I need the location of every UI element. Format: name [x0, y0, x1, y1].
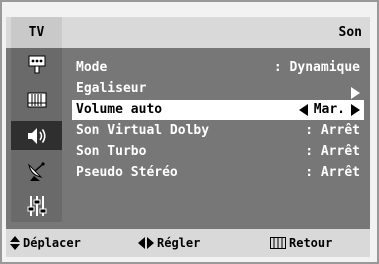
menu-item-value: : Dynamique — [273, 60, 360, 75]
menu-item-value: Mar. — [313, 102, 345, 117]
sidebar-item-channel[interactable] — [11, 85, 62, 114]
menu-item-label: Son Turbo — [76, 144, 147, 159]
up-down-arrows-icon — [10, 236, 20, 250]
help-back-label: Retour — [289, 236, 333, 250]
decrease-arrow-icon[interactable] — [298, 104, 308, 116]
sidebar-item-satellite[interactable] — [11, 156, 62, 185]
menu-item-volume-auto[interactable]: Volume auto Mar. — [72, 100, 364, 120]
menu-item-son-virtual-dolby[interactable]: Son Virtual Dolby : Arrêt — [72, 121, 364, 141]
channel-list-icon — [26, 89, 48, 111]
sound-menu-list: Mode : Dynamique Egaliseur Volume auto M… — [62, 48, 370, 222]
help-bar: Déplacer Régler Retour — [6, 229, 370, 257]
menu-item-value: : Arrêt — [305, 123, 360, 138]
menu-item-egaliseur[interactable]: Egaliseur — [72, 79, 364, 99]
source-label: TV — [11, 17, 62, 48]
menu-return-icon — [270, 237, 286, 249]
menu-item-label: Volume auto — [76, 102, 163, 117]
help-move: Déplacer — [10, 229, 81, 257]
increase-arrow-icon[interactable] — [351, 104, 360, 116]
sidebar-item-setup[interactable] — [11, 191, 62, 220]
page-title: Son — [338, 25, 362, 40]
menu-item-label: Pseudo Stéréo — [76, 165, 178, 180]
menu-item-label: Mode — [76, 60, 108, 75]
menu-item-value: : Arrêt — [305, 165, 360, 180]
menu-item-mode[interactable]: Mode : Dynamique — [72, 58, 364, 78]
menu-item-label: Egaliseur — [76, 81, 147, 96]
help-back: Retour — [270, 229, 332, 257]
help-adjust-label: Régler — [157, 236, 201, 250]
menu-item-value: : Arrêt — [305, 144, 360, 159]
help-move-label: Déplacer — [23, 236, 81, 250]
antenna-input-icon — [26, 54, 48, 76]
equalizer-sliders-icon — [26, 194, 48, 218]
satellite-dish-icon — [26, 160, 48, 182]
menu-header: TV Son — [6, 17, 370, 48]
menu-item-label: Son Virtual Dolby — [76, 123, 210, 138]
sidebar-item-input[interactable] — [11, 50, 62, 79]
help-adjust: Régler — [138, 229, 200, 257]
osd-menu: TV Son Mode: Dynamique Egaliseur Volume… — [6, 17, 370, 257]
menu-item-pseudo-stereo[interactable]: Pseudo Stéréo : Arrêt — [72, 163, 364, 183]
category-sidebar — [11, 48, 62, 222]
left-right-arrows-icon — [138, 237, 154, 249]
speaker-sound-icon — [25, 125, 49, 147]
sidebar-item-sound[interactable] — [11, 121, 62, 150]
menu-item-son-turbo[interactable]: Son Turbo : Arrêt — [72, 142, 364, 162]
